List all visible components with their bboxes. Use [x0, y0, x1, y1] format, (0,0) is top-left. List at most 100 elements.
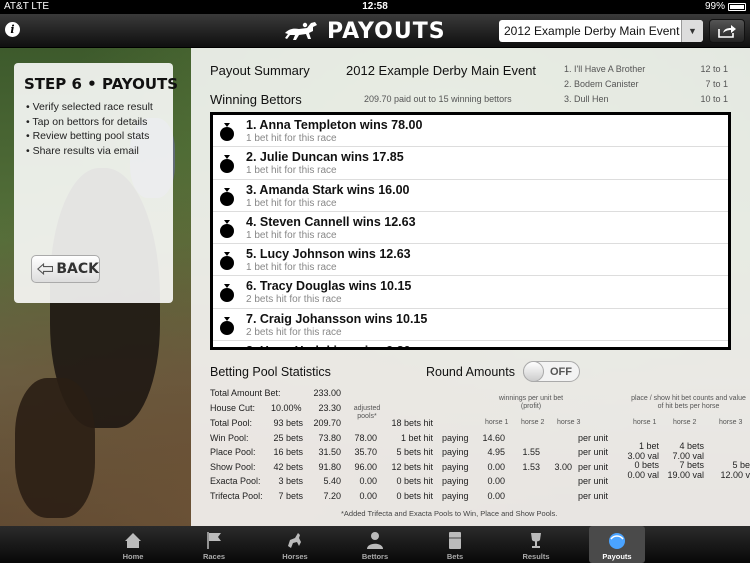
race-select-dropdown[interactable]: 2012 Example Derby Main Event ▼ — [499, 20, 703, 42]
battery-icon — [728, 2, 746, 11]
paying-label: paying — [442, 461, 469, 472]
adjusted-pools-header: adjusted pools* — [353, 405, 381, 420]
bettor-row[interactable]: 2. Julie Duncan wins 17.85 1 bet hit for … — [213, 147, 728, 180]
pool-bet-count: 25 bets — [273, 432, 303, 443]
tab-label: Races — [202, 552, 226, 561]
tab-label: Home — [122, 552, 144, 561]
pool-amount: 91.80 — [318, 461, 341, 472]
round-amounts-toggle[interactable]: OFF — [523, 361, 580, 382]
finisher-odds: 12 to 1 — [700, 64, 728, 74]
place-show-horse-header: horse 3 — [719, 419, 743, 426]
bettor-hits: 1 bet hit for this race — [246, 133, 337, 144]
bettor-name: 5. Lucy Johnson wins 12.63 — [246, 247, 411, 262]
payout-horse-1: 0.00 — [487, 476, 505, 486]
paying-label: paying — [442, 490, 469, 501]
tab-results[interactable]: Results — [508, 526, 564, 563]
step-item: • Verify selected race result — [26, 101, 153, 113]
place-show-count: 3.00 val — [627, 450, 659, 461]
tab-bets[interactable]: Bets — [427, 526, 483, 563]
per-unit-label: per unit — [578, 432, 609, 443]
pool-bet-count: 93 bets — [273, 418, 303, 428]
bettor-name: 7. Craig Johansson wins 10.15 — [246, 311, 428, 326]
bettor-row[interactable]: 6. Tracy Douglas wins 10.15 2 bets hit fo… — [213, 276, 728, 309]
page-title: PAYOUTS — [327, 18, 446, 44]
place-show-count: 7.00 val — [672, 450, 704, 461]
tab-bar: Home Races Horses Bettors Bets Results Payouts — [0, 526, 750, 563]
bettor-hits: 1 bet hit for this race — [246, 229, 337, 241]
tab-races[interactable]: Races — [186, 526, 242, 563]
place-show-count: 12.00 val — [720, 469, 750, 480]
per-unit-label: per unit — [578, 490, 609, 501]
payout-horse-2: 1.53 — [522, 461, 540, 472]
place-show-count: 1 bet — [638, 441, 659, 451]
pool-label: Win Pool: — [210, 432, 249, 443]
winnings-header: winnings per unit bet (profit) — [498, 395, 564, 410]
bettor-row[interactable]: 5. Lucy Johnson wins 12.63 1 bet hit for … — [213, 244, 728, 277]
payout-horse-1: 0.00 — [487, 461, 505, 472]
payout-horse-3: 3.00 — [554, 461, 572, 472]
bettor-hits: 1 bet hit for this race — [246, 262, 337, 274]
bettor-row[interactable]: 7. Craig Johansson wins 10.15 2 bets hit … — [213, 309, 728, 342]
tab-label: Bets — [446, 552, 464, 561]
medal-icon — [219, 154, 235, 179]
pool-bets-hit: 18 bets hit — [391, 418, 433, 428]
medal-icon — [219, 187, 235, 212]
flag-icon — [203, 530, 225, 551]
pool-label: Show Pool: — [210, 461, 256, 472]
tab-horses[interactable]: Horses — [267, 526, 323, 563]
house-cut-percent: 10.00% — [271, 403, 302, 413]
back-label: BACK — [56, 261, 99, 277]
finisher-name: 3. Dull Hen — [564, 94, 609, 104]
payout-horse-2: 1.55 — [522, 447, 540, 457]
round-amounts-label: Round Amounts — [426, 365, 515, 379]
finisher-name: 1. I'll Have A Brother — [564, 64, 646, 74]
tab-bettors[interactable]: Bettors — [347, 526, 403, 563]
tab-home[interactable]: Home — [105, 526, 161, 563]
bettor-row[interactable]: 3. Amanda Stark wins 16.00 1 bet hit for … — [213, 180, 728, 212]
pool-amount: 209.70 — [313, 418, 341, 428]
pool-bets-hit: 12 bets hit — [391, 461, 433, 472]
tab-label: Results — [522, 552, 550, 561]
bettor-hits: 2 bets hit for this race — [246, 326, 342, 338]
bettor-hits: 2 bets hit for this race — [246, 294, 342, 306]
home-icon — [122, 530, 144, 551]
place-show-count: 4 bets — [679, 441, 704, 451]
place-show-header: place / show hit bet counts and value of… — [631, 395, 746, 410]
bettor-row[interactable]: 1. Anna Templeton wins 78.00 1 bet hit fo… — [213, 115, 728, 148]
step-panel: STEP 6 • PAYOUTS • Verify selected race … — [14, 63, 178, 303]
pool-label: Exacta Pool: — [210, 476, 261, 486]
pool-label: Total Pool: — [210, 418, 253, 428]
battery: 99% — [705, 1, 746, 12]
bettor-row[interactable]: 4. Steven Cannell wins 12.63 1 bet hit fo… — [213, 212, 728, 245]
per-unit-label: per unit — [578, 461, 609, 472]
place-show-count: 5 bets — [732, 460, 750, 470]
info-icon[interactable]: i — [5, 22, 20, 37]
chevron-down-icon: ▼ — [681, 20, 703, 42]
winning-bettors-list[interactable]: 1. Anna Templeton wins 78.00 1 bet hit fo… — [210, 112, 731, 350]
pool-adjusted: 96.00 — [354, 461, 377, 472]
summary-race-name: 2012 Example Derby Main Event — [346, 63, 537, 78]
horse-header: horse 2 — [521, 419, 545, 426]
tab-label: Payouts — [602, 552, 632, 561]
payout-horse-1: 0.00 — [487, 490, 505, 501]
pool-bets-hit: 0 bets hit — [396, 490, 433, 501]
pool-amount: 73.80 — [318, 432, 341, 443]
bettor-name: 6. Tracy Douglas wins 10.15 — [246, 279, 412, 294]
house-cut-label: House Cut: — [210, 403, 256, 413]
medal-icon — [219, 251, 235, 276]
trophy-icon — [525, 530, 547, 551]
horse-header: horse 1 — [485, 419, 509, 426]
pool-label: Trifecta Pool: — [210, 490, 263, 501]
pool-adjusted: 35.70 — [354, 447, 377, 457]
tab-payouts[interactable]: Payouts — [589, 526, 645, 563]
person-icon — [364, 530, 386, 551]
paying-label: paying — [442, 447, 469, 457]
payout-panel: Payout Summary 2012 Example Derby Main E… — [191, 48, 750, 526]
back-button[interactable]: BACK — [31, 255, 100, 283]
bettor-row[interactable]: 8. Hope Hodgkins wins 9.80 — [213, 341, 728, 347]
share-button[interactable] — [709, 19, 745, 43]
pool-bet-count: 3 bets — [278, 476, 303, 486]
finisher-name: 2. Bodem Canister — [564, 79, 639, 89]
bettor-hits: 1 bet hit for this race — [246, 197, 337, 209]
step-item: • Review betting pool stats — [26, 130, 150, 142]
